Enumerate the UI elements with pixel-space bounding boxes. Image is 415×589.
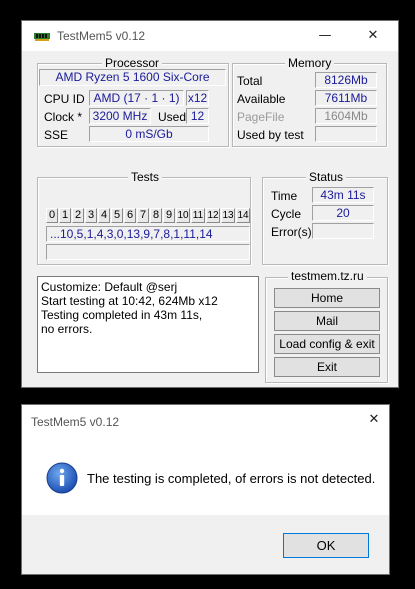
dialog-close-icon[interactable]: ✕ (357, 405, 391, 435)
processor-name: AMD Ryzen 5 1600 Six-Core (39, 69, 226, 86)
exit-button[interactable]: Exit (274, 357, 380, 377)
test-sequence: ...10,5,1,4,3,0,13,9,7,8,1,11,14 (46, 226, 250, 242)
test-cell: 4 (98, 208, 110, 223)
clock-label: Clock * (44, 110, 83, 124)
test-cell: 6 (124, 208, 136, 223)
log-line: Testing completed in 43m 11s, (41, 308, 203, 322)
test-cell: 9 (163, 208, 175, 223)
total-value: 8126Mb (315, 72, 377, 88)
ok-button[interactable]: OK (283, 533, 369, 558)
clock-value: 3200 MHz (89, 108, 151, 124)
dialog-title-bar[interactable]: TestMem5 v0.12 ✕ (22, 405, 389, 435)
cpu-id-value: AMD (17 · 1 · 1) (89, 90, 184, 106)
dialog-message: The testing is completed, of errors is n… (87, 471, 376, 486)
test-cell: 14 (236, 208, 250, 223)
processor-legend: Processor (102, 56, 163, 70)
test-cell: 8 (150, 208, 162, 223)
used-value: 12 (186, 108, 209, 124)
available-value: 7611Mb (315, 90, 377, 106)
errors-value (312, 223, 374, 239)
test-cell: 5 (111, 208, 123, 223)
app-memory-icon (34, 33, 50, 41)
test-cell: 7 (137, 208, 149, 223)
tests-legend: Tests (128, 170, 163, 184)
test-cell: 3 (85, 208, 97, 223)
cycle-label: Cycle (271, 207, 302, 221)
pagefile-label: PageFile (237, 110, 285, 124)
used-by-test-value (315, 126, 377, 142)
cpu-id-label: CPU ID (44, 92, 85, 106)
test-cell: 11 (191, 208, 205, 223)
cycle-value: 20 (312, 205, 374, 221)
log-line: no errors. (41, 322, 93, 336)
test-cell: 0 (46, 208, 58, 223)
log-textbox[interactable]: Customize: Default @serj Start testing a… (37, 276, 259, 373)
time-label: Time (271, 189, 298, 203)
test-cell: 1 (59, 208, 71, 223)
home-button[interactable]: Home (274, 288, 380, 308)
errors-label: Error(s) (271, 225, 312, 239)
title-bar[interactable]: TestMem5 v0.12 — ✕ (22, 21, 398, 51)
test-cell: 12 (206, 208, 220, 223)
completion-dialog: TestMem5 v0.12 ✕ The testing is complete… (21, 404, 390, 575)
sse-label: SSE (44, 128, 69, 142)
available-label: Available (237, 92, 286, 106)
pagefile-value: 1604Mb (315, 108, 377, 124)
testmem-main-window: TestMem5 v0.12 — ✕ Processor AMD Ryzen 5… (21, 20, 399, 388)
minimize-icon[interactable]: — (305, 21, 345, 51)
window-title: TestMem5 v0.12 (57, 29, 146, 43)
sse-value: 0 mS/Gb (89, 126, 209, 142)
status-legend: Status (306, 170, 347, 184)
test-cell: 2 (72, 208, 84, 223)
log-line: Customize: Default @serj (41, 280, 178, 294)
load-config-button[interactable]: Load config & exit (274, 334, 380, 354)
test-cell: 13 (221, 208, 235, 223)
log-line: Start testing at 10:42, 624Mb x12 (41, 294, 218, 308)
dialog-title: TestMem5 v0.12 (31, 415, 120, 429)
test-cell: 10 (176, 208, 190, 223)
info-icon (46, 462, 78, 494)
site-label: testmem.tz.ru (288, 269, 367, 283)
cpu-threads-value: x12 (186, 90, 209, 106)
mail-button[interactable]: Mail (274, 311, 380, 331)
used-label: Used (158, 110, 187, 124)
memory-legend: Memory (285, 56, 335, 70)
time-value: 43m 11s (312, 187, 374, 203)
total-label: Total (237, 74, 263, 88)
close-icon[interactable]: ✕ (353, 21, 393, 51)
test-progress-bar (46, 244, 250, 260)
used-by-test-label: Used by test (237, 128, 304, 142)
